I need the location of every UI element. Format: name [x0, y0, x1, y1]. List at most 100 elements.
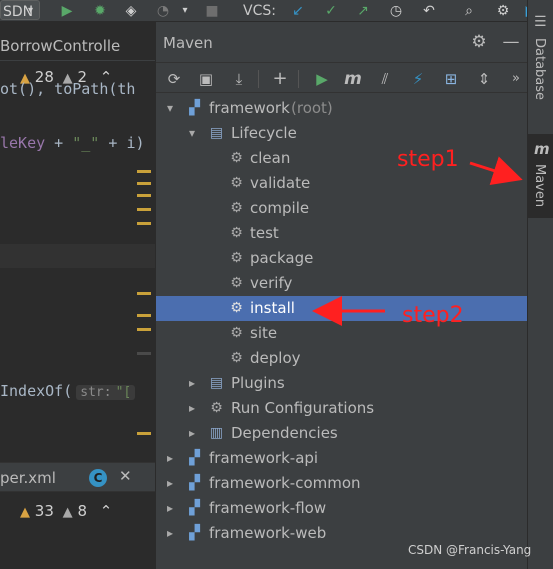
maven-module-icon: ▞ — [189, 500, 200, 516]
close-icon[interactable]: ✕ — [119, 467, 132, 485]
chevron-up-icon[interactable]: ⌃ — [100, 502, 113, 520]
editor-tab-xml[interactable]: per.xml C ✕ — [0, 462, 155, 492]
toolbar-separator — [298, 70, 299, 88]
more-icon[interactable]: » — [506, 69, 526, 89]
tree-item-compile[interactable]: ⚙ compile — [156, 196, 528, 221]
gear-icon: ⚙ — [230, 250, 243, 266]
vcs-push-icon[interactable]: ↗ — [354, 2, 372, 20]
dependencies-folder-icon: ▥ — [209, 425, 224, 441]
editor-tab-borrowcontroller[interactable]: BorrowControlle — [0, 33, 155, 59]
tree-item-run-configurations[interactable]: ▸ ⚙ Run Configurations — [156, 396, 528, 421]
tree-item-framework-common[interactable]: ▸ ▞ framework-common — [156, 471, 528, 496]
gear-icon: ⚙ — [230, 350, 243, 366]
debug-icon[interactable]: ✹ — [91, 2, 109, 20]
chevron-right-icon[interactable]: ▸ — [164, 471, 176, 496]
scroll-marker — [137, 194, 151, 197]
tree-item-verify[interactable]: ⚙ verify — [156, 271, 528, 296]
maven-icon: m — [534, 140, 550, 158]
chevron-right-icon[interactable]: ▸ — [186, 421, 198, 446]
chevron-down-icon[interactable]: ▾ — [164, 96, 176, 121]
code-token: i) — [126, 134, 145, 152]
scroll-marker — [137, 352, 151, 355]
inspection-widget-bottom[interactable]: ▲ 33 ▲ 8 ⌃ — [20, 500, 112, 522]
tree-item-label: compile — [250, 199, 310, 217]
tree-item-lifecycle[interactable]: ▾ ▤ Lifecycle — [156, 121, 528, 146]
coverage-icon[interactable]: ◈ — [122, 2, 140, 20]
tree-item-install[interactable]: ⚙ install — [156, 296, 528, 321]
database-icon: ☰ — [534, 14, 547, 30]
tree-item-validate[interactable]: ⚙ validate — [156, 171, 528, 196]
chevron-right-icon[interactable]: ▸ — [186, 371, 198, 396]
history-icon[interactable]: ◷ — [387, 2, 405, 20]
tree-item-framework[interactable]: ▾ ▞ framework (root) — [156, 96, 528, 121]
tree-item-framework-api[interactable]: ▸ ▞ framework-api — [156, 446, 528, 471]
download-icon[interactable]: ⤓ — [229, 69, 249, 89]
tree-item-test[interactable]: ⚙ test — [156, 221, 528, 246]
tree-item-label: validate — [250, 174, 311, 192]
generate-sources-icon[interactable]: ▣ — [196, 69, 216, 89]
gear-icon: ⚙ — [230, 200, 243, 216]
run-icon[interactable]: ▶ — [58, 2, 76, 20]
chevron-right-icon[interactable]: ▸ — [164, 446, 176, 471]
search-icon[interactable]: ⌕ — [460, 2, 478, 20]
annotation-step2: step2 — [402, 303, 464, 328]
editor-tab-label: per.xml — [0, 469, 56, 487]
database-stripe-label: Database — [532, 38, 547, 101]
tree-item-label: install — [250, 299, 295, 317]
scroll-marker — [137, 182, 151, 185]
scroll-marker — [137, 292, 151, 295]
database-stripe-button[interactable]: Database — [528, 36, 553, 120]
run-icon[interactable]: ▶ — [312, 69, 332, 89]
add-icon[interactable]: + — [270, 69, 290, 89]
skip-tests-icon[interactable]: ⚡ — [408, 69, 428, 89]
code-text: ot(), toPath(th — [0, 80, 136, 98]
profile-icon[interactable]: ◔ — [154, 2, 172, 20]
tree-item-dependencies[interactable]: ▸ ▥ Dependencies — [156, 421, 528, 446]
toggle-offline-icon[interactable]: ⫽ — [375, 69, 395, 89]
collapse-all-icon[interactable]: ⇕ — [474, 69, 494, 89]
parameter-hint-label: str: — [80, 385, 112, 400]
chevron-down-icon[interactable]: ▾ — [176, 2, 194, 20]
chevron-right-icon[interactable]: ▸ — [164, 496, 176, 521]
chevron-right-icon[interactable]: ▸ — [186, 396, 198, 421]
tree-item-package[interactable]: ⚙ package — [156, 246, 528, 271]
chevron-right-icon[interactable]: ▸ — [164, 521, 176, 546]
tree-item-clean[interactable]: ⚙ clean — [156, 146, 528, 171]
maven-module-icon: ▞ — [189, 475, 200, 491]
reload-icon[interactable]: ⟳ — [164, 69, 184, 89]
code-editor[interactable]: BorrowControlle ▲ 28 ▲ 2 ⌃ ot(), toPath(… — [0, 22, 155, 569]
caret-line-highlight — [0, 244, 155, 268]
settings-gear-icon[interactable]: ⚙ — [494, 2, 512, 20]
maven-stripe-button[interactable]: m Maven — [528, 134, 553, 218]
tree-item-plugins[interactable]: ▸ ▤ Plugins — [156, 371, 528, 396]
run-configuration-selector[interactable]: SDN ▾ — [0, 0, 40, 20]
maven-title: Maven — [163, 34, 213, 52]
main-toolbar: SDN ▾ ▶ ✹ ◈ ◔ ▾ ■ VCS: ↙ ✓ ↗ ◷ ↶ ⌕ ⚙ ◣ — [0, 0, 553, 22]
gear-icon: ⚙ — [230, 325, 243, 341]
show-dependencies-icon[interactable]: ⊞ — [441, 69, 461, 89]
maven-goal-icon[interactable]: m — [343, 69, 363, 89]
code-line: IndexOf( str: "[ — [0, 382, 136, 400]
tree-item-suffix: (root) — [291, 99, 333, 117]
tree-item-deploy[interactable]: ⚙ deploy — [156, 346, 528, 371]
parameter-hint-value: "[ — [115, 385, 132, 400]
plugins-folder-icon: ▤ — [209, 375, 224, 391]
tree-item-site[interactable]: ⚙ site — [156, 321, 528, 346]
maven-tool-window: Maven ⚙ — ⟳ ▣ ⤓ + ▶ m ⫽ ⚡ ⊞ ⇕ » ▾ ▞ framew… — [155, 22, 528, 569]
scroll-marker — [137, 222, 151, 225]
stop-icon[interactable]: ■ — [203, 2, 221, 20]
tree-item-framework-flow[interactable]: ▸ ▞ framework-flow — [156, 496, 528, 521]
tree-item-label: verify — [250, 274, 293, 292]
tree-item-label: Plugins — [231, 374, 285, 392]
rollback-icon[interactable]: ↶ — [420, 2, 438, 20]
warning-icon: ▲ — [20, 505, 30, 520]
gear-icon[interactable]: ⚙ — [469, 32, 489, 52]
minimize-icon[interactable]: — — [501, 32, 521, 52]
gear-icon: ⚙ — [230, 300, 243, 316]
vcs-update-icon[interactable]: ↙ — [289, 2, 307, 20]
vcs-commit-icon[interactable]: ✓ — [322, 2, 340, 20]
code-line: leKey + "_" + i) — [0, 134, 145, 152]
code-text: IndexOf( — [0, 382, 73, 400]
chevron-down-icon[interactable]: ▾ — [186, 121, 198, 146]
tree-item-label: package — [250, 249, 314, 267]
